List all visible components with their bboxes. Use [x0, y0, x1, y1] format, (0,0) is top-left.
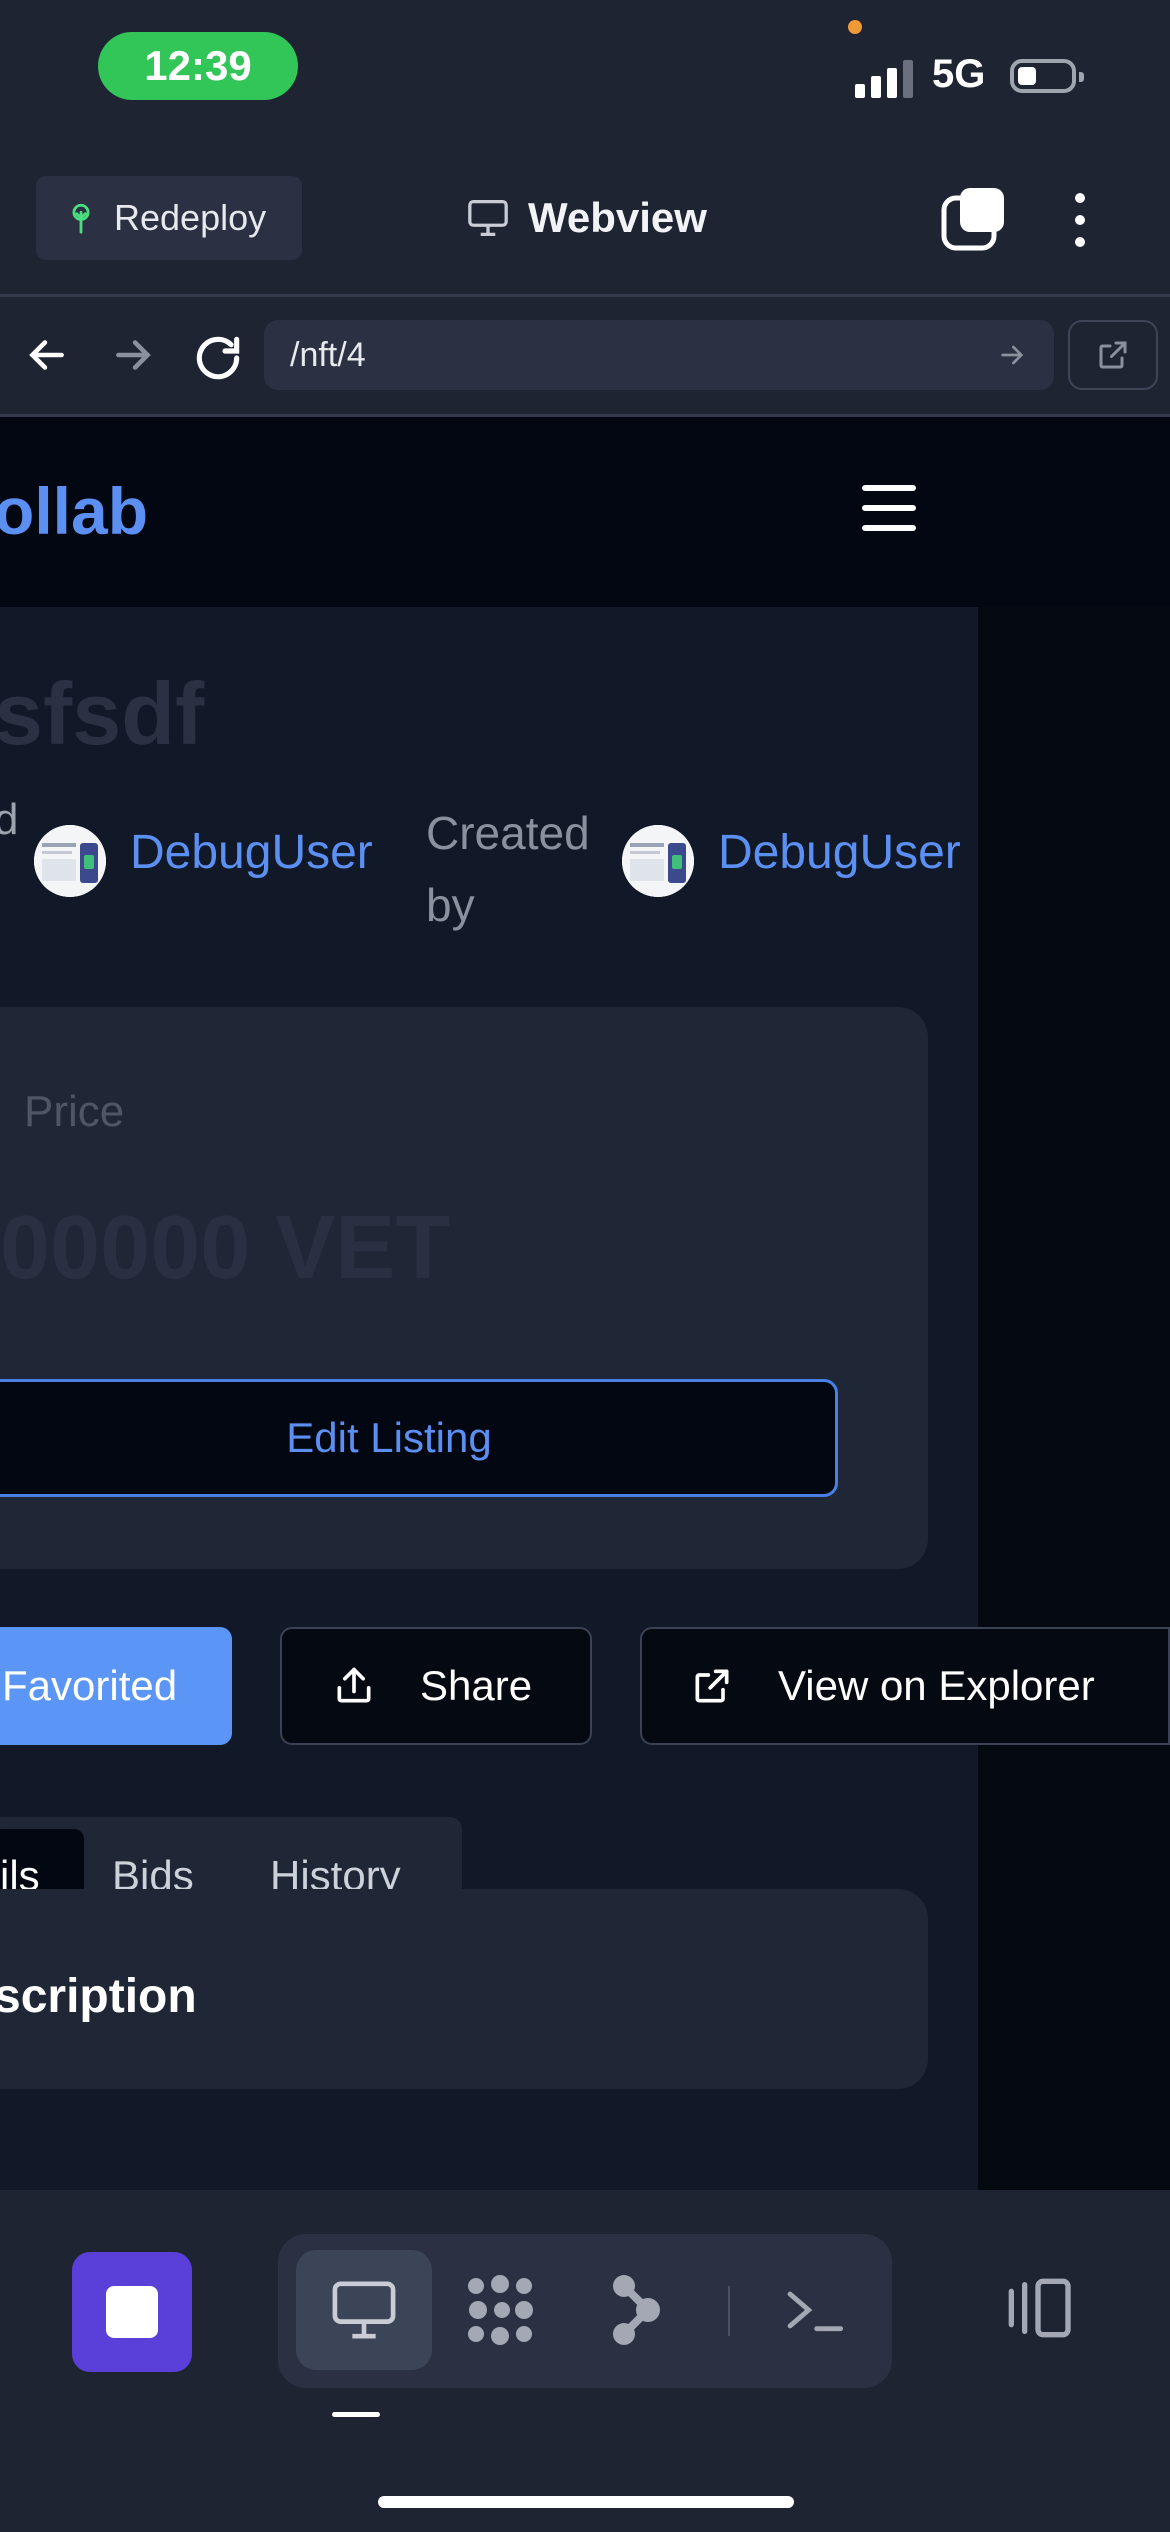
url-field[interactable]: /nft/4 [264, 320, 1054, 390]
view-title: Webview [466, 190, 707, 246]
reload-icon [196, 336, 240, 380]
arrow-right-icon [116, 340, 151, 370]
creator-name-link[interactable]: DebugUser [718, 825, 961, 880]
mode-divider [728, 2286, 730, 2336]
active-mode-indicator [332, 2412, 380, 2417]
external-link-icon [690, 1664, 734, 1708]
privacy-indicator-dot [848, 20, 862, 34]
price-label: Price [24, 1087, 125, 1136]
node-graph-icon [613, 2275, 660, 2345]
battery-icon [1010, 59, 1084, 93]
redeploy-label: Redeploy [114, 197, 267, 238]
view-on-explorer-button[interactable]: View on Explorer [640, 1627, 1170, 1745]
network-type: 5G [932, 52, 986, 96]
monitor-icon [466, 198, 510, 238]
grid-dots-icon [468, 2275, 533, 2345]
terminal-icon [787, 2291, 844, 2332]
price-value: 00000 VET [0, 1198, 451, 1298]
owner-avatar[interactable] [34, 825, 106, 897]
desktop-icon [332, 2281, 396, 2339]
go-arrow-icon[interactable] [996, 339, 1028, 371]
nft-title: sfsdf [0, 664, 205, 763]
bottom-bar [0, 2190, 1170, 2532]
price-card: Price 00000 VET Edit Listing [0, 1007, 928, 1569]
layout-toggle-button[interactable] [998, 2268, 1078, 2348]
nft-detail-panel: sfsdf d DebugUser Created by DebugUser P… [0, 607, 1170, 2190]
site-header: ollab [0, 417, 1170, 607]
deploy-tree-icon [64, 201, 98, 235]
share-button[interactable]: Share [280, 1627, 592, 1745]
description-heading: scription [0, 1970, 197, 2023]
mode-terminal[interactable] [746, 2250, 882, 2370]
mode-switcher [278, 2234, 892, 2388]
view-title-label: Webview [528, 194, 707, 241]
share-icon [332, 1664, 376, 1708]
more-vertical-icon [1075, 193, 1085, 247]
owner-name-link[interactable]: DebugUser [130, 825, 373, 880]
panel-layout-icon [1008, 2278, 1071, 2338]
home-indicator [378, 2496, 794, 2508]
creator-avatar[interactable] [622, 825, 694, 897]
reload-button[interactable] [190, 330, 246, 386]
mode-desktop[interactable] [296, 2250, 432, 2370]
back-button[interactable] [22, 330, 72, 380]
tabs-icon [941, 188, 1004, 251]
mode-graph[interactable] [568, 2250, 704, 2370]
owner-label: d [0, 795, 19, 844]
stop-icon [106, 2286, 158, 2338]
created-by-label: Created by [426, 807, 590, 931]
open-external-button[interactable] [1068, 320, 1158, 390]
tabs-button[interactable] [940, 186, 1006, 252]
mode-grid[interactable] [432, 2250, 568, 2370]
divider [0, 294, 1170, 297]
status-bar: 12:39 5G [0, 0, 1170, 150]
arrow-left-icon [29, 340, 64, 370]
redeploy-button[interactable]: Redeploy [36, 176, 302, 260]
webview-content: ollab sfsdf d DebugUser Created by Debug… [0, 417, 1170, 2190]
explorer-label: View on Explorer [778, 1662, 1095, 1709]
site-brand[interactable]: ollab [0, 473, 148, 549]
edit-listing-button[interactable]: Edit Listing [0, 1379, 838, 1497]
stop-button[interactable] [72, 2252, 192, 2372]
signal-icon [855, 58, 915, 98]
forward-button[interactable] [108, 330, 158, 380]
status-time: 12:39 [98, 32, 298, 100]
more-menu-button[interactable] [1062, 190, 1098, 250]
favorite-button[interactable]: Favorited [0, 1627, 232, 1745]
share-label: Share [420, 1662, 533, 1709]
url-text: /nft/4 [290, 335, 366, 374]
description-card: scription [0, 1889, 928, 2089]
external-link-icon [1099, 341, 1127, 369]
hamburger-menu-icon[interactable] [862, 485, 922, 535]
